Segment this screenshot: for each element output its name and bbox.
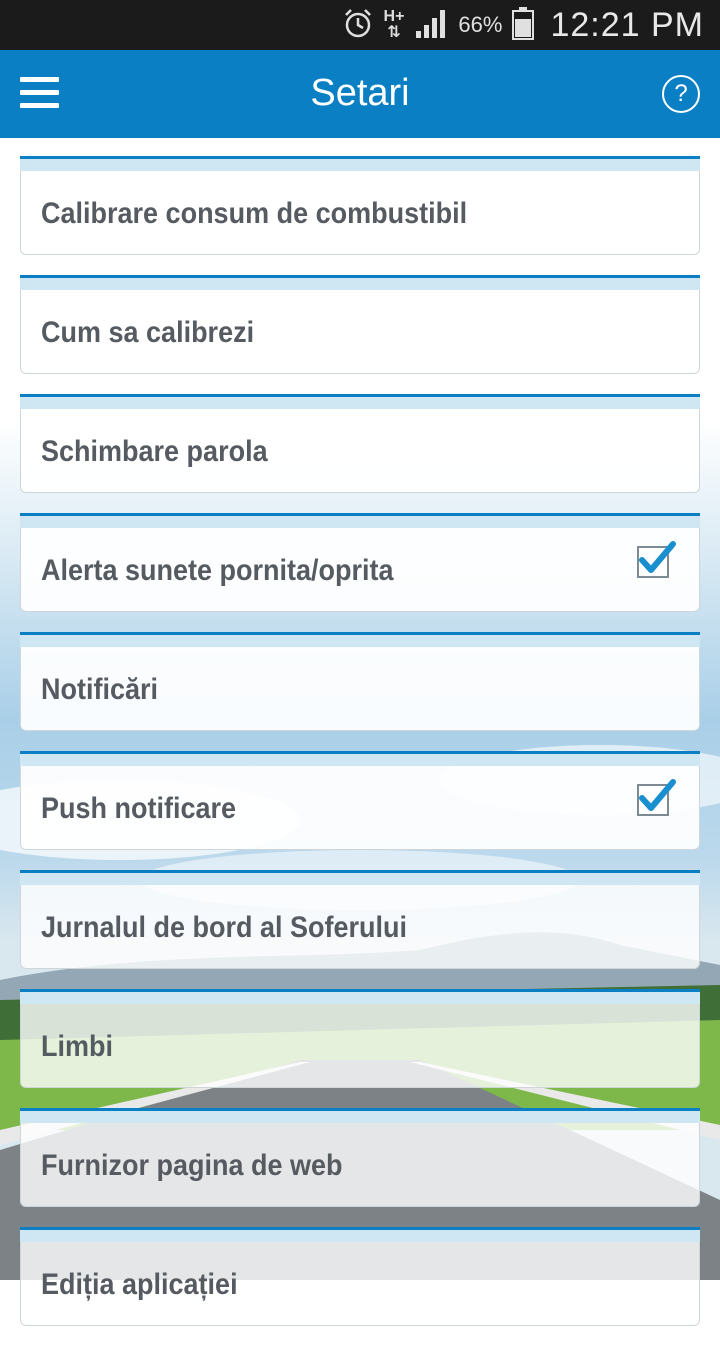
network-icon: H+ ⇅ xyxy=(383,8,405,41)
setting-label: Jurnalul de bord al Soferului xyxy=(41,911,408,944)
page-title: Setari xyxy=(310,72,410,114)
setting-label: Push notificare xyxy=(41,792,237,825)
setting-notifications[interactable]: Notificări xyxy=(20,632,700,733)
setting-how-to-calibrate[interactable]: Cum sa calibrezi xyxy=(20,275,700,376)
status-time: 12:21 PM xyxy=(550,5,704,44)
help-icon[interactable]: ? xyxy=(662,75,700,113)
sound-alert-checkbox[interactable] xyxy=(637,541,676,578)
setting-driver-logbook[interactable]: Jurnalul de bord al Soferului xyxy=(20,870,700,971)
setting-label: Furnizor pagina de web xyxy=(41,1149,343,1182)
alarm-icon xyxy=(342,7,374,44)
setting-sound-alert[interactable]: Alerta sunete pornita/oprita xyxy=(20,513,700,614)
battery-icon xyxy=(512,6,535,45)
battery-percent: 66% xyxy=(458,12,503,37)
app-bar: Setari ? xyxy=(0,50,720,138)
checkmark-icon xyxy=(639,779,676,811)
setting-fuel-calibration[interactable]: Calibrare consum de combustibil xyxy=(20,156,700,257)
setting-label: Cum sa calibrezi xyxy=(41,316,255,349)
status-bar: H+ ⇅ 66% 12:21 PM xyxy=(0,0,720,50)
setting-label: Alerta sunete pornita/oprita xyxy=(41,554,394,587)
setting-label: Calibrare consum de combustibil xyxy=(41,197,468,230)
setting-label: Schimbare parola xyxy=(41,435,268,468)
setting-change-password[interactable]: Schimbare parola xyxy=(20,394,700,495)
setting-label: Notificări xyxy=(41,673,159,706)
setting-languages[interactable]: Limbi xyxy=(20,989,700,1090)
setting-label: Ediția aplicației xyxy=(41,1268,238,1301)
setting-label: Limbi xyxy=(41,1030,113,1063)
setting-web-provider[interactable]: Furnizor pagina de web xyxy=(20,1108,700,1209)
setting-app-edition[interactable]: Ediția aplicației xyxy=(20,1227,700,1328)
settings-list: Calibrare consum de combustibil Cum sa c… xyxy=(20,156,700,1346)
setting-push-notification[interactable]: Push notificare xyxy=(20,751,700,852)
checkmark-icon xyxy=(639,541,676,573)
signal-icon xyxy=(414,7,448,44)
push-notification-checkbox[interactable] xyxy=(637,779,676,816)
